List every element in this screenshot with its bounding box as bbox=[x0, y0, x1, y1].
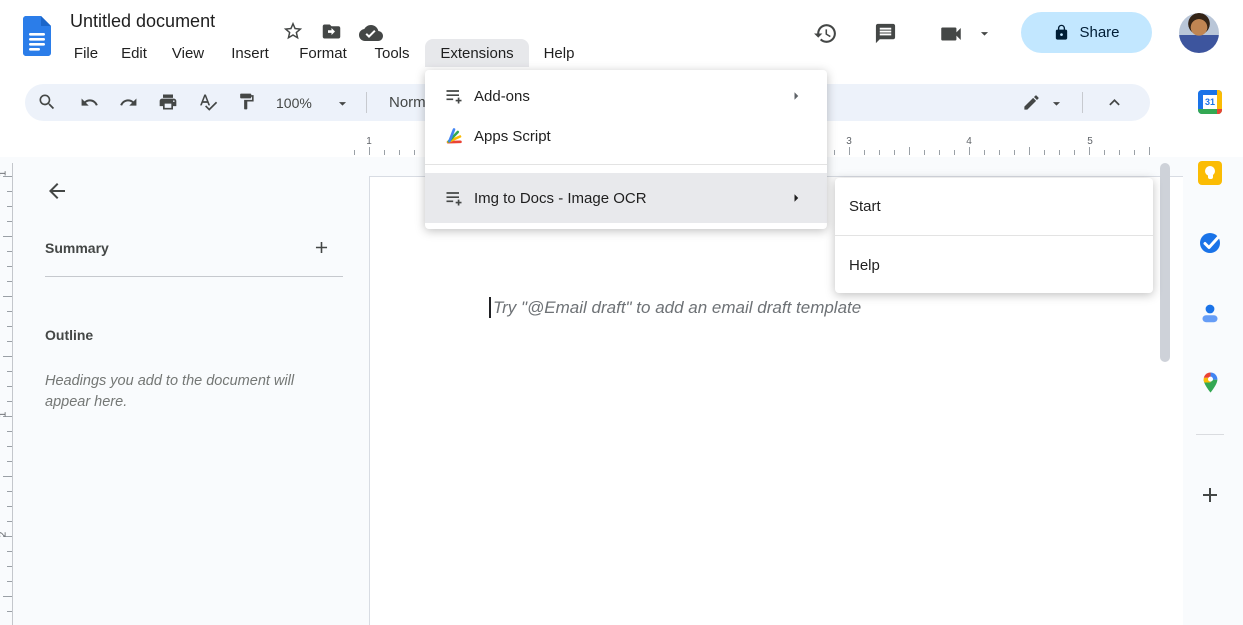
paragraph-style-select[interactable]: Norm bbox=[389, 94, 426, 111]
tasks-icon[interactable] bbox=[1198, 231, 1222, 255]
print-icon[interactable] bbox=[158, 92, 178, 112]
menu-help[interactable]: Help bbox=[533, 39, 585, 67]
toolbar-separator-right bbox=[1082, 92, 1083, 113]
share-label: Share bbox=[1079, 24, 1119, 41]
document-placeholder-text[interactable]: Try "@Email draft" to add an email draft… bbox=[493, 298, 861, 318]
side-rail-divider bbox=[1196, 434, 1224, 435]
img-to-docs-label: Img to Docs - Image OCR bbox=[474, 190, 787, 207]
undo-icon[interactable] bbox=[80, 93, 99, 112]
hruler-number: 3 bbox=[843, 136, 855, 147]
lock-icon bbox=[1053, 24, 1070, 41]
summary-divider bbox=[45, 276, 343, 277]
img-to-docs-icon bbox=[444, 188, 464, 208]
editing-mode-pencil-icon[interactable] bbox=[1022, 93, 1041, 112]
summary-label: Summary bbox=[45, 240, 109, 256]
vruler-number: 1 bbox=[0, 171, 8, 177]
menu-item-add-ons[interactable]: Add-ons bbox=[425, 76, 827, 116]
menu-tools[interactable]: Tools bbox=[363, 39, 421, 67]
vruler-half-ticks bbox=[3, 176, 12, 625]
get-add-ons-plus-icon[interactable] bbox=[1198, 483, 1222, 507]
zoom-dropdown-icon[interactable] bbox=[334, 95, 351, 112]
apps-script-icon bbox=[444, 126, 464, 146]
start-label: Start bbox=[849, 198, 881, 215]
editing-mode-dropdown-icon[interactable] bbox=[1048, 95, 1065, 112]
ocr-submenu: Start Help bbox=[835, 178, 1153, 293]
outline-label: Outline bbox=[45, 327, 93, 343]
submenu-item-start[interactable]: Start bbox=[835, 186, 1153, 226]
menu-insert[interactable]: Insert bbox=[217, 39, 283, 67]
vruler-number: 1 bbox=[0, 412, 8, 418]
maps-icon[interactable] bbox=[1199, 371, 1222, 394]
keep-icon[interactable] bbox=[1198, 161, 1222, 185]
outline-hint: Headings you add to the document will ap… bbox=[45, 371, 337, 413]
menu-edit[interactable]: Edit bbox=[110, 39, 158, 67]
menu-item-img-to-docs-ocr[interactable]: Img to Docs - Image OCR bbox=[425, 173, 827, 223]
text-cursor-caret bbox=[489, 297, 491, 318]
calendar-icon[interactable]: 31 bbox=[1198, 90, 1222, 114]
redo-icon[interactable] bbox=[119, 93, 138, 112]
search-icon[interactable] bbox=[37, 92, 57, 112]
contacts-icon[interactable] bbox=[1198, 301, 1222, 325]
hruler-number: 1 bbox=[363, 136, 375, 147]
hide-menus-chevron-icon[interactable] bbox=[1104, 92, 1125, 113]
submenu-divider bbox=[835, 235, 1153, 236]
paint-format-icon[interactable] bbox=[237, 92, 256, 111]
help-label: Help bbox=[849, 257, 880, 274]
add-ons-label: Add-ons bbox=[474, 88, 787, 105]
close-outline-panel-back-icon[interactable] bbox=[45, 179, 69, 203]
toolbar-separator bbox=[366, 92, 367, 113]
vertical-scrollbar[interactable] bbox=[1160, 163, 1170, 362]
add-ons-icon bbox=[444, 86, 464, 106]
zoom-select[interactable]: 100% bbox=[276, 95, 312, 111]
menu-extensions[interactable]: Extensions bbox=[425, 39, 529, 67]
share-button[interactable]: Share bbox=[1021, 12, 1152, 53]
meet-camera-icon[interactable] bbox=[938, 21, 964, 47]
comments-icon[interactable] bbox=[874, 22, 897, 45]
menu-format[interactable]: Format bbox=[285, 39, 361, 67]
menu-divider bbox=[425, 164, 827, 165]
menu-view[interactable]: View bbox=[161, 39, 215, 67]
vruler-number: 2 bbox=[0, 532, 8, 538]
account-avatar[interactable] bbox=[1179, 13, 1219, 53]
google-docs-window: Untitled document File Edit View Insert … bbox=[0, 0, 1243, 625]
hruler-number: 5 bbox=[1084, 136, 1096, 147]
spellcheck-icon[interactable] bbox=[198, 92, 218, 112]
submenu-arrow-icon bbox=[787, 87, 805, 105]
menu-item-apps-script[interactable]: Apps Script bbox=[425, 116, 827, 156]
submenu-item-help[interactable]: Help bbox=[835, 245, 1153, 285]
document-title[interactable]: Untitled document bbox=[70, 11, 215, 32]
menu-file[interactable]: File bbox=[64, 39, 108, 67]
version-history-icon[interactable] bbox=[813, 21, 838, 46]
apps-script-label: Apps Script bbox=[474, 128, 805, 145]
submenu-arrow-icon bbox=[787, 189, 805, 207]
meet-dropdown-icon[interactable] bbox=[976, 25, 993, 42]
hruler-number: 4 bbox=[963, 136, 975, 147]
add-summary-plus-icon[interactable] bbox=[312, 238, 331, 257]
extensions-dropdown-menu: Add-ons Apps Script Img to Docs - Image … bbox=[425, 70, 827, 229]
docs-logo-icon[interactable] bbox=[20, 14, 54, 63]
vruler-line bbox=[12, 163, 13, 625]
